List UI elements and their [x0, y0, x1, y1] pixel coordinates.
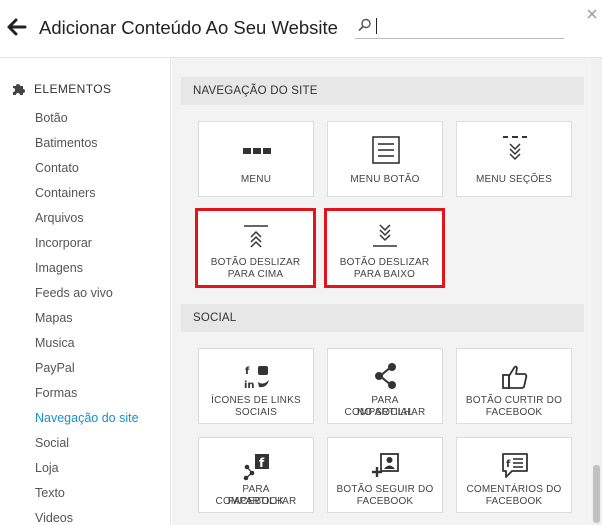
section-title: NAVEGAÇÃO DO SITE — [193, 85, 318, 97]
sidebar-item-navegacao[interactable]: Navegação do site — [35, 411, 139, 425]
tile-label-line1: BOTÃO DESLIZAR — [339, 257, 430, 268]
tile-label-line1: ÍCONES DE LINKS — [211, 395, 301, 406]
menu-sections-icon — [503, 136, 527, 161]
tile-facebook-follow[interactable]: BOTÃO SEGUIR DO FACEBOOK — [327, 437, 443, 513]
text-caret — [376, 18, 377, 34]
tile-scroll-up[interactable]: BOTÃO DESLIZAR PARA CIMA — [195, 208, 316, 288]
sidebar-item-containers[interactable]: Containers — [35, 186, 95, 200]
thumbs-up-icon — [502, 365, 528, 389]
tile-label-line2: FACEBOOK — [356, 496, 414, 507]
scrollbar-thumb[interactable] — [593, 465, 600, 523]
svg-text:in: in — [244, 380, 255, 391]
puzzle-piece-icon — [13, 84, 25, 95]
tile-label-line1: BOTÃO DESLIZAR — [210, 257, 301, 268]
tile-label-line2: SOCIAIS — [235, 407, 277, 418]
sidebar-item-mapas[interactable]: Mapas — [35, 311, 73, 325]
sidebar-item-botao[interactable]: Botão — [35, 111, 68, 125]
share-icon — [375, 363, 396, 389]
search-icon — [358, 18, 371, 32]
scrollbar[interactable] — [591, 58, 602, 525]
tile-menu-botao[interactable]: MENU BOTÃO — [327, 121, 443, 197]
tile-label: MENU — [240, 174, 272, 185]
sidebar-item-loja[interactable]: Loja — [35, 461, 59, 475]
section-header-social: SOCIAL — [181, 304, 584, 332]
tile-share-social[interactable]: PARA COMPARTILHAR NO SOCIAL — [327, 348, 443, 424]
sidebar: ELEMENTOS Botão Batimentos Contato Conta… — [0, 58, 171, 525]
dialog-header: Adicionar Conteúdo Ao Seu Website — [0, 0, 602, 58]
facebook-follow-icon — [372, 453, 399, 477]
sidebar-item-contato[interactable]: Contato — [35, 161, 79, 175]
scroll-up-icon — [244, 225, 268, 248]
tile-facebook-like[interactable]: BOTÃO CURTIR DO FACEBOOK — [456, 348, 572, 424]
section-title: SOCIAL — [193, 312, 237, 324]
sidebar-item-formas[interactable]: Formas — [35, 386, 77, 400]
sidebar-heading: ELEMENTOS — [12, 80, 111, 98]
tile-label-line1: BOTÃO CURTIR DO — [465, 395, 563, 406]
tile-label-line2: NO SOCIAL — [356, 407, 414, 418]
sidebar-item-social[interactable]: Social — [35, 436, 69, 450]
tile-label-line2: FACEBOOK — [227, 496, 285, 507]
svg-text:f: f — [259, 456, 265, 470]
sidebar-item-videos[interactable]: Videos — [35, 511, 73, 525]
tile-social-links[interactable]: f in ÍCONES DE LINKS SOCIAIS — [198, 348, 314, 424]
tile-label-line2: FACEBOOK — [485, 496, 543, 507]
menu-dots-icon — [243, 148, 271, 154]
tile-label-line1: COMENTÁRIOS DO — [466, 484, 562, 495]
tile-menu[interactable]: MENU — [198, 121, 314, 197]
arrow-left-icon[interactable] — [6, 16, 28, 38]
search-box[interactable] — [355, 13, 564, 39]
svg-text:f: f — [245, 366, 250, 377]
close-icon[interactable] — [586, 8, 598, 20]
facebook-comments-icon: f — [502, 453, 528, 478]
tile-menu-secoes[interactable]: MENU SEÇÕES — [456, 121, 572, 197]
facebook-share-icon: f — [243, 454, 269, 481]
scroll-down-icon — [373, 224, 397, 247]
dialog-title: Adicionar Conteúdo Ao Seu Website — [39, 17, 338, 38]
sidebar-item-paypal[interactable]: PayPal — [35, 361, 75, 375]
sidebar-item-texto[interactable]: Texto — [35, 486, 65, 500]
search-input[interactable] — [375, 15, 560, 37]
tile-label-line2: PARA BAIXO — [353, 269, 416, 280]
sidebar-item-imagens[interactable]: Imagens — [35, 261, 83, 275]
tile-scroll-down[interactable]: BOTÃO DESLIZAR PARA BAIXO — [324, 208, 445, 288]
tile-label: MENU BOTÃO — [350, 174, 420, 185]
svg-text:f: f — [506, 459, 511, 470]
tile-label: MENU SEÇÕES — [475, 174, 553, 185]
tile-facebook-comments[interactable]: f COMENTÁRIOS DO FACEBOOK — [456, 437, 572, 513]
social-links-icon: f in — [244, 366, 269, 391]
sidebar-item-musica[interactable]: Musica — [35, 336, 75, 350]
sidebar-item-arquivos[interactable]: Arquivos — [35, 211, 84, 225]
tile-label-line2: PARA CIMA — [227, 269, 284, 280]
sidebar-item-batimentos[interactable]: Batimentos — [35, 136, 98, 150]
section-header-navegacao: NAVEGAÇÃO DO SITE — [181, 77, 584, 105]
tile-label-line2: FACEBOOK — [485, 407, 543, 418]
tile-label-line1: BOTÃO SEGUIR DO — [336, 484, 434, 495]
sidebar-item-incorporar[interactable]: Incorporar — [35, 236, 92, 250]
content-panel: NAVEGAÇÃO DO SITE MENU MENU BOTÃO MENU S… — [172, 58, 602, 525]
sidebar-item-feeds[interactable]: Feeds ao vivo — [35, 286, 113, 300]
sidebar-heading-label: ELEMENTOS — [34, 82, 112, 96]
menu-button-icon — [372, 136, 400, 164]
tile-facebook-share[interactable]: f PARA COMPARTILHAR FACEBOOK — [198, 437, 314, 513]
